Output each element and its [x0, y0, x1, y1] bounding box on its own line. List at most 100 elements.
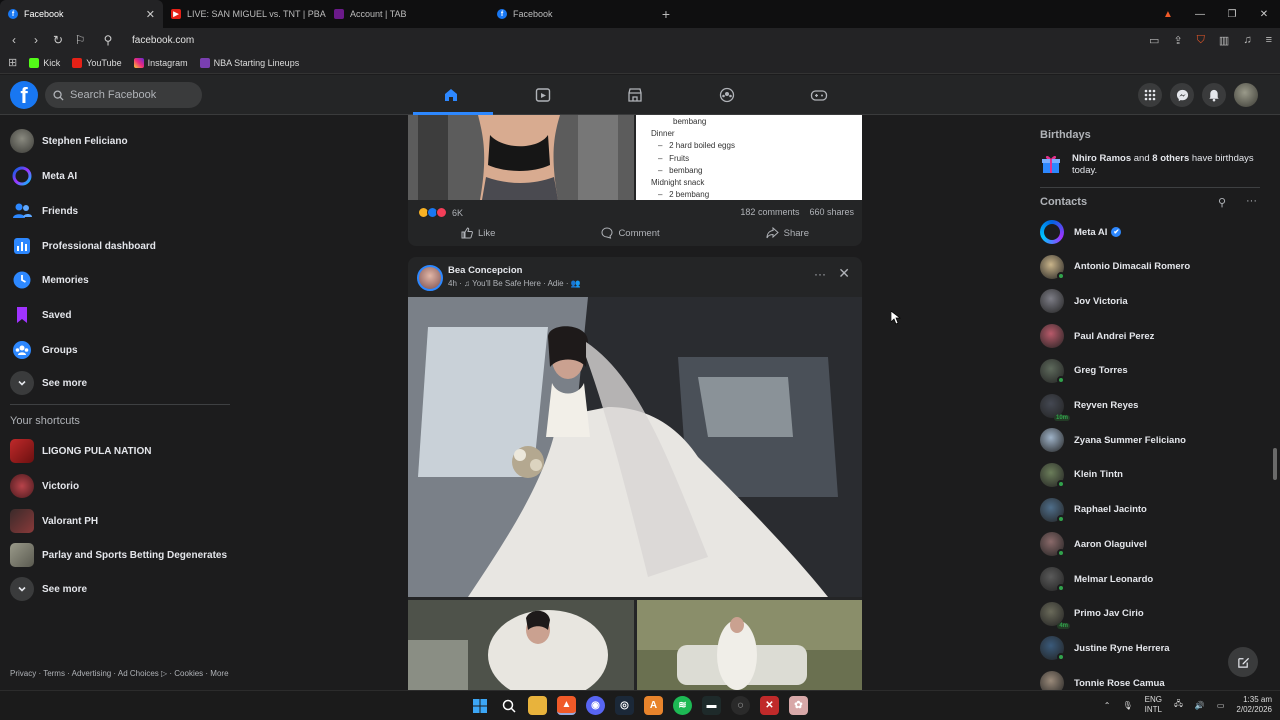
share-button[interactable]: Share	[766, 227, 809, 239]
notifications-button[interactable]	[1202, 83, 1226, 107]
birthday-notice[interactable]: Nhiro Ramos and 8 others have birthdays …	[1040, 153, 1262, 177]
media-icon[interactable]: ♫	[1243, 34, 1251, 47]
nav-groups[interactable]	[707, 82, 747, 108]
bookmark-youtube[interactable]: YouTube	[72, 57, 122, 68]
bookmark-page-icon[interactable]: ⚐	[74, 33, 86, 47]
language-indicator[interactable]: ENG INTL	[1145, 695, 1162, 715]
site-info-icon[interactable]: ⚲	[102, 33, 114, 47]
chevron-up-icon[interactable]: ⌃	[1104, 701, 1111, 710]
bookmark-nba-lineups[interactable]: NBA Starting Lineups	[199, 57, 299, 68]
close-tab-icon[interactable]: ✕	[146, 8, 155, 21]
comments-count[interactable]: 182 comments	[740, 207, 799, 217]
app-icon[interactable]: A	[644, 696, 663, 715]
sidebar-toggle-icon[interactable]: ▥	[1219, 34, 1229, 47]
footer-links[interactable]: Privacy · Terms · Advertising · Ad Choic…	[10, 669, 229, 678]
hide-post-button[interactable]: ✕	[838, 265, 850, 282]
volume-icon[interactable]: 🔊	[1195, 701, 1205, 710]
nav-marketplace[interactable]	[615, 82, 655, 108]
contact-item[interactable]: Raphael Jacinto	[1040, 497, 1147, 523]
shortcut-parlay[interactable]: Parlay and Sports Betting Degenerates	[10, 543, 227, 567]
search-icon[interactable]	[499, 696, 518, 715]
contact-item[interactable]: Melmar Leonardo	[1040, 567, 1153, 592]
nav-home[interactable]	[413, 82, 493, 115]
contact-item[interactable]: Greg Torres	[1040, 358, 1128, 384]
riot-client-icon[interactable]: ✕	[760, 696, 779, 715]
contact-item[interactable]: 4m Primo Jav Cirio	[1040, 601, 1144, 629]
avatar[interactable]	[417, 265, 443, 291]
reaction-summary[interactable]: 6K	[418, 207, 463, 218]
shortcut-victorio[interactable]: Victorio	[10, 474, 79, 498]
sidebar-item-groups[interactable]: Groups	[10, 338, 78, 362]
back-icon[interactable]: ‹	[8, 33, 20, 47]
microphone-icon[interactable]: 🎙	[1122, 701, 1132, 710]
messenger-button[interactable]	[1170, 83, 1194, 107]
close-window-icon[interactable]: ✕	[1248, 9, 1280, 20]
app-icon[interactable]: ◌	[731, 696, 750, 715]
network-icon[interactable]: 🖧	[1174, 698, 1183, 712]
brave-shield-icon[interactable]: ⛉	[1197, 34, 1205, 47]
nav-video[interactable]	[523, 82, 563, 108]
contact-item[interactable]: Justine Ryne Herrera	[1040, 636, 1170, 662]
shortcuts-see-more[interactable]: See more	[10, 577, 87, 601]
contact-item[interactable]: Aaron Olaguivel	[1040, 532, 1147, 558]
post-photo[interactable]	[408, 297, 862, 597]
shortcut-ligong-pula[interactable]: LIGONG PULA NATION	[10, 439, 151, 463]
sidebar-item-friends[interactable]: Friends	[10, 199, 78, 223]
app-icon[interactable]: ✿	[789, 696, 808, 715]
nav-gaming[interactable]	[799, 82, 839, 108]
sidebar-item-memories[interactable]: Memories	[10, 268, 89, 292]
windows-start-icon[interactable]	[470, 696, 489, 715]
url-field[interactable]: facebook.com	[132, 35, 194, 46]
search-box[interactable]	[45, 82, 202, 108]
new-message-button[interactable]	[1228, 647, 1258, 677]
apps-grid-icon[interactable]: ⊞	[8, 56, 17, 69]
clock[interactable]: 1:35 am 2/02/2026	[1236, 695, 1272, 715]
brave-rewards-icon[interactable]: ▲	[1152, 9, 1184, 20]
search-input[interactable]	[70, 89, 190, 101]
terminal-icon[interactable]: ▬	[702, 696, 721, 715]
like-button[interactable]: Like	[461, 227, 495, 239]
brave-browser-icon[interactable]: ▲	[557, 696, 576, 715]
contact-item[interactable]: Meta AI ✔	[1040, 220, 1122, 244]
tab-facebook[interactable]: f Facebook ✕	[0, 0, 163, 28]
bookmark-kick[interactable]: Kick	[29, 57, 60, 68]
battery-icon[interactable]: ▭	[1217, 701, 1225, 710]
contact-item[interactable]: 10m Reyven Reyes	[1040, 393, 1138, 421]
maximize-icon[interactable]: ❐	[1216, 9, 1248, 20]
sidebar-see-more[interactable]: See more	[10, 371, 87, 395]
contacts-options-icon[interactable]: ···	[1246, 195, 1257, 207]
menu-icon[interactable]: ≡	[1266, 34, 1272, 47]
spotify-icon[interactable]: ≋	[673, 696, 692, 715]
contact-item[interactable]: Klein Tintn	[1040, 462, 1123, 488]
bookmark-instagram[interactable]: Instagram	[133, 57, 188, 68]
shortcut-valorant-ph[interactable]: Valorant PH	[10, 509, 98, 533]
sidebar-item-profile[interactable]: Stephen Feliciano	[10, 129, 128, 153]
reload-icon[interactable]: ↻	[52, 33, 64, 47]
contact-item[interactable]: Antonio Dimacali Romero	[1040, 254, 1190, 280]
share-icon[interactable]: ⇪	[1173, 34, 1182, 47]
forward-icon[interactable]: ›	[30, 33, 42, 47]
post-author[interactable]: Bea Concepcion	[448, 265, 522, 276]
contact-item[interactable]: Zyana Summer Feliciano	[1040, 428, 1186, 453]
file-explorer-icon[interactable]	[528, 696, 547, 715]
comment-button[interactable]: Comment	[601, 227, 660, 239]
post-photo[interactable]	[637, 600, 862, 690]
menu-button[interactable]	[1138, 83, 1162, 107]
tab-account[interactable]: Account | TAB	[326, 0, 489, 28]
cast-icon[interactable]: ▭	[1149, 34, 1159, 47]
post-photo[interactable]	[408, 600, 634, 690]
sidebar-item-saved[interactable]: Saved	[10, 303, 71, 327]
contact-item[interactable]: Jov Victoria	[1040, 289, 1128, 314]
post-options-button[interactable]: ···	[814, 267, 826, 281]
tab-live-game[interactable]: ▶ LIVE: SAN MIGUEL vs. TNT | PBA 50 F	[163, 0, 326, 28]
sidebar-item-meta-ai[interactable]: Meta AI	[10, 164, 77, 188]
search-contacts-icon[interactable]: ⚲	[1218, 196, 1226, 209]
new-tab-button[interactable]: +	[656, 6, 676, 22]
facebook-logo[interactable]: f	[10, 81, 38, 109]
discord-icon[interactable]: ◉	[586, 696, 605, 715]
scrollbar-thumb[interactable]	[1273, 448, 1277, 480]
sidebar-item-professional-dashboard[interactable]: Professional dashboard	[10, 234, 156, 258]
shares-count[interactable]: 660 shares	[809, 207, 854, 217]
profile-avatar[interactable]	[1234, 83, 1258, 107]
minimize-icon[interactable]: —	[1184, 9, 1216, 20]
